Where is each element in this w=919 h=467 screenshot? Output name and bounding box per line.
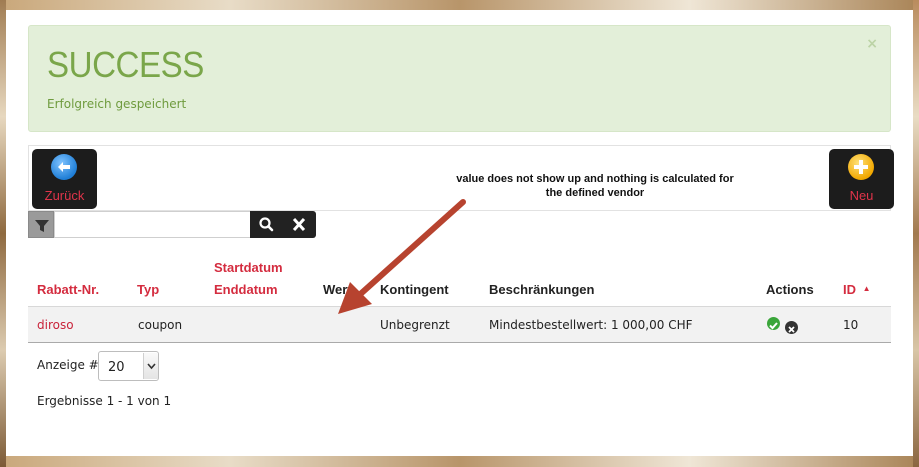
column-header-rabatt-nr[interactable]: Rabatt-Nr. [37, 282, 99, 297]
cell-id: 10 [843, 318, 859, 332]
page-size-label: Anzeige # [37, 358, 99, 372]
column-header-typ[interactable]: Typ [137, 282, 159, 297]
filter-search-input[interactable] [54, 211, 276, 238]
check-icon[interactable] [767, 317, 780, 330]
alert-title: SUCCESS [47, 44, 204, 85]
column-header-id-label: ID [843, 282, 856, 297]
annotation-line-2: the defined vendor [545, 187, 645, 199]
annotation-line-1: value does not show up and nothing is ca… [456, 173, 734, 185]
chevron-down-icon [143, 353, 158, 379]
frame-border-left [0, 0, 6, 467]
back-arrow-icon [51, 154, 77, 180]
new-button[interactable]: Neu [829, 149, 894, 209]
success-alert: SUCCESS Erfolgreich gespeichert × [28, 25, 891, 132]
annotation-note: value does not show up and nothing is ca… [440, 172, 750, 200]
column-header-kontingent: Kontingent [380, 282, 449, 297]
back-button[interactable]: Zurück [32, 149, 97, 209]
cell-rabatt-nr[interactable]: diroso [37, 318, 74, 332]
close-icon [292, 217, 306, 232]
search-button[interactable] [250, 211, 284, 238]
filter-bar [28, 211, 316, 238]
column-header-wert: Wert [323, 282, 352, 297]
filter-funnel-icon[interactable] [28, 211, 54, 238]
column-header-startdatum[interactable]: Startdatum [214, 260, 283, 275]
frame-border-top [0, 0, 919, 10]
delete-icon[interactable] [785, 321, 798, 334]
sort-ascending-icon: ▲ [862, 284, 871, 293]
cell-beschraenkungen: Mindestbestellwert: 1 000,00 CHF [489, 318, 693, 332]
new-button-label: Neu [849, 188, 874, 203]
alert-message: Erfolgreich gespeichert [47, 97, 187, 111]
back-button-label: Zurück [44, 188, 85, 203]
cell-typ: coupon [138, 318, 183, 332]
cell-kontingent: Unbegrenzt [380, 318, 450, 332]
magnifier-icon [259, 217, 274, 232]
column-header-enddatum[interactable]: Enddatum [214, 282, 278, 297]
results-count: Ergebnisse 1 - 1 von 1 [37, 394, 172, 408]
page-size-value: 20 [108, 360, 125, 375]
frame-border-right [913, 0, 919, 467]
row-actions [767, 317, 801, 335]
alert-close-button[interactable]: × [866, 36, 878, 52]
column-header-id[interactable]: ID ▲ [843, 282, 871, 297]
clear-filter-button[interactable] [283, 211, 316, 238]
frame-border-bottom [0, 456, 919, 467]
page-size-select[interactable]: 20 [98, 351, 159, 381]
column-header-actions: Actions [766, 282, 814, 297]
plus-icon [848, 154, 874, 180]
column-header-beschraenkungen: Beschränkungen [489, 282, 595, 297]
